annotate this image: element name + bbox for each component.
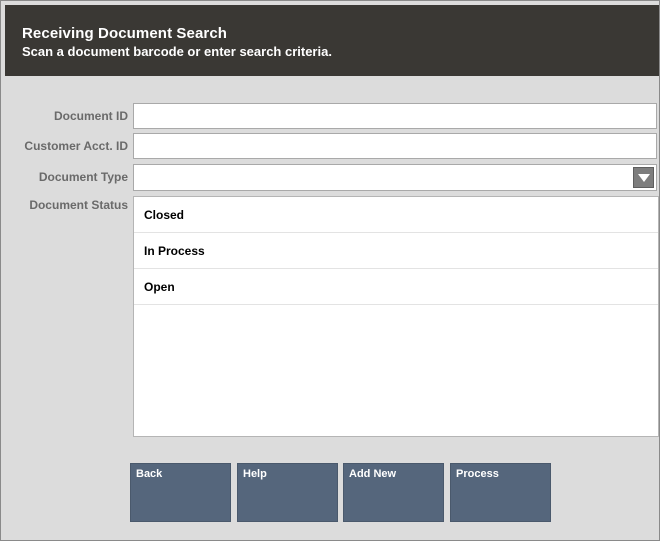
list-item-closed[interactable]: Closed — [134, 197, 658, 233]
help-button[interactable]: Help — [237, 463, 338, 522]
list-item-open[interactable]: Open — [134, 269, 658, 305]
customer-acct-id-label: Customer Acct. ID — [24, 139, 128, 153]
document-id-input[interactable] — [133, 103, 657, 129]
document-type-label: Document Type — [38, 170, 128, 184]
document-status-label: Document Status — [29, 198, 128, 212]
app-window: Receiving Document Search Scan a documen… — [0, 0, 660, 541]
list-item-in-process[interactable]: In Process — [134, 233, 658, 269]
customer-acct-id-input[interactable] — [133, 133, 657, 159]
page-title: Receiving Document Search — [22, 25, 228, 42]
document-status-list[interactable]: Closed In Process Open — [133, 196, 659, 437]
page-instructions: Scan a document barcode or enter search … — [22, 44, 332, 59]
header-bar: Receiving Document Search Scan a documen… — [5, 5, 659, 76]
chevron-down-icon[interactable] — [633, 167, 654, 188]
search-form: Document ID Customer Acct. ID Document T… — [5, 76, 659, 536]
document-type-select[interactable] — [133, 164, 657, 191]
process-button[interactable]: Process — [450, 463, 551, 522]
add-new-button[interactable]: Add New — [343, 463, 444, 522]
document-id-label: Document ID — [53, 109, 128, 123]
back-button[interactable]: Back — [130, 463, 231, 522]
